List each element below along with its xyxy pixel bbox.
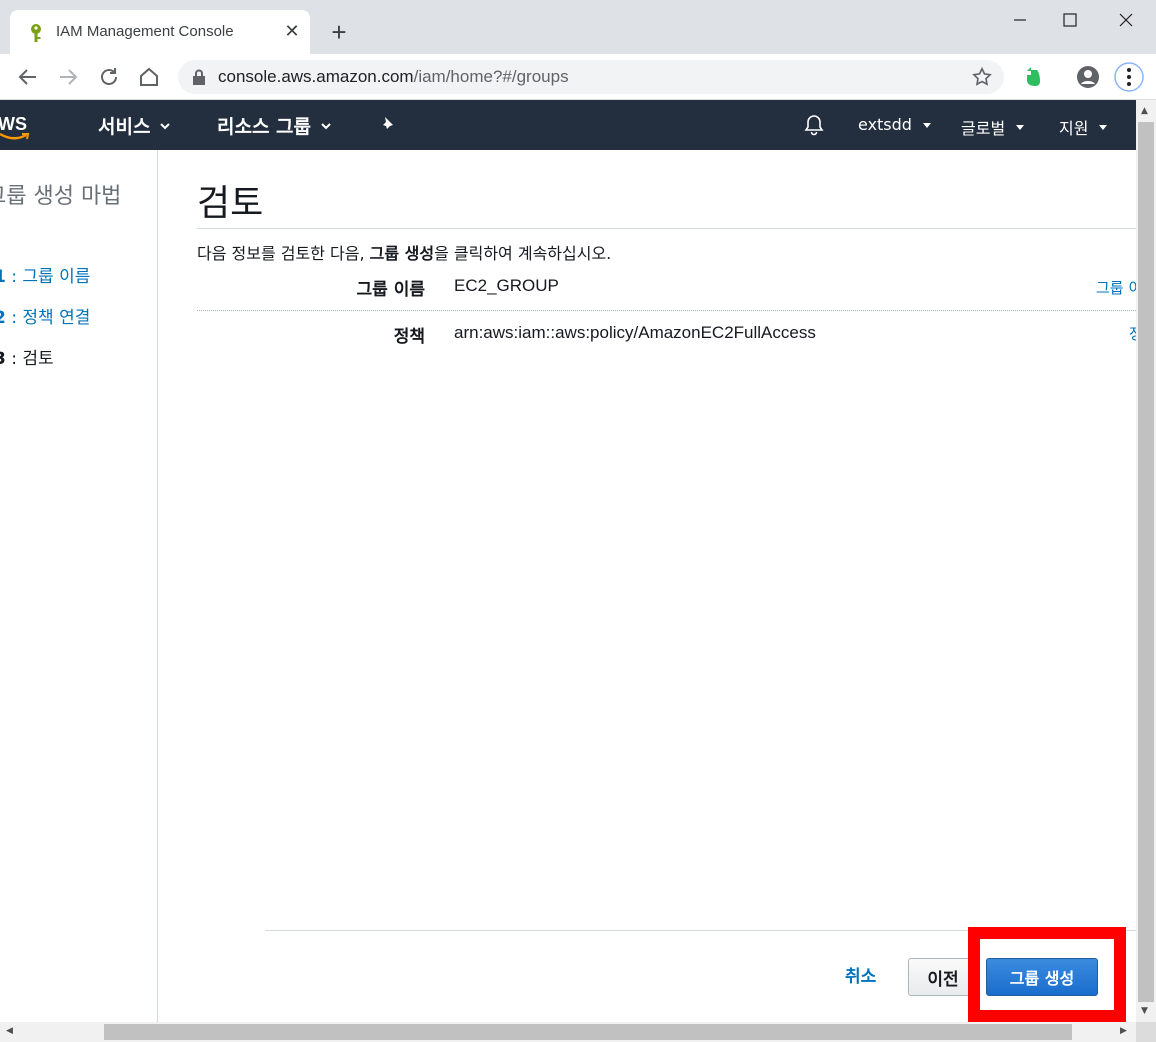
reload-icon[interactable] — [97, 65, 121, 89]
vertical-scrollbar[interactable]: ▲ ▼ — [1136, 100, 1156, 1022]
horizontal-scrollbar[interactable]: ◀ ▶ — [0, 1022, 1136, 1042]
scroll-right-icon[interactable]: ▶ — [1120, 1026, 1127, 1036]
window-minimize-button[interactable] — [1000, 6, 1040, 34]
bookmark-star-icon[interactable] — [971, 66, 993, 88]
row-divider — [197, 310, 1136, 311]
scroll-down-icon[interactable]: ▼ — [1141, 1006, 1151, 1016]
evernote-extension-icon[interactable] — [1021, 65, 1045, 89]
policy-label: 정책 — [393, 327, 425, 347]
resource-groups-menu[interactable]: 리소스 그룹 — [217, 112, 331, 139]
window-close-button[interactable] — [1106, 6, 1146, 34]
main-content: 검토 다음 정보를 검토한 다음, 그룹 생성을 클릭하여 계속하십시오. 그룹… — [159, 150, 1143, 1022]
forward-arrow-icon[interactable] — [56, 65, 80, 89]
account-menu[interactable]: extsdd — [858, 115, 932, 134]
notification-bell-icon[interactable] — [803, 114, 825, 136]
footer-divider — [265, 930, 1136, 931]
caret-down-icon — [922, 122, 931, 128]
divider — [197, 228, 1136, 229]
window-maximize-button[interactable] — [1050, 6, 1090, 34]
aws-logo[interactable]: WS — [0, 108, 34, 142]
previous-button[interactable]: 이전 — [908, 958, 978, 996]
browser-tab[interactable]: IAM Management Console ✕ — [10, 10, 310, 54]
address-bar[interactable]: console.aws.amazon.com/iam/home?#/groups — [178, 60, 1004, 94]
vertical-scroll-thumb[interactable] — [1138, 122, 1154, 1002]
chrome-menu-icon[interactable] — [1114, 62, 1144, 92]
aws-smile-icon — [0, 132, 30, 140]
horizontal-scroll-thumb[interactable] — [104, 1024, 1072, 1040]
services-menu[interactable]: 서비스 — [98, 112, 171, 139]
caret-down-icon — [1099, 125, 1108, 130]
tab-close-icon[interactable]: ✕ — [282, 22, 302, 42]
page-title: 검토 — [197, 183, 264, 224]
lock-icon — [193, 69, 205, 85]
home-icon[interactable] — [137, 65, 161, 89]
new-tab-button[interactable]: + — [326, 19, 352, 46]
url-text: console.aws.amazon.com/iam/home?#/groups — [218, 67, 569, 86]
wizard-title: 그룹 생성 마법 — [0, 184, 122, 209]
scroll-up-icon[interactable]: ▲ — [1141, 106, 1151, 116]
scroll-left-icon[interactable]: ◀ — [6, 1026, 13, 1036]
step-review-current: 3 : 검토 — [0, 349, 54, 369]
wizard-sidebar: 그룹 생성 마법 1 : 그룹 이름 2 : 정책 연결 3 : 검토 — [0, 150, 158, 1022]
browser-tab-strip: IAM Management Console ✕ + — [0, 0, 1156, 54]
iam-key-icon — [31, 24, 41, 42]
step-attach-policy-link[interactable]: 2 : 정책 연결 — [0, 303, 90, 328]
group-name-value: EC2_GROUP — [454, 276, 559, 295]
pin-icon[interactable] — [378, 115, 398, 135]
region-menu[interactable]: 글로벌 — [961, 115, 1025, 139]
cancel-button[interactable]: 취소 — [845, 962, 876, 987]
group-name-label: 그룹 이름 — [356, 280, 425, 300]
step-group-name-link[interactable]: 1 : 그룹 이름 — [0, 262, 90, 287]
profile-avatar-icon[interactable] — [1076, 65, 1100, 89]
tab-title: IAM Management Console — [56, 23, 234, 40]
back-arrow-icon[interactable] — [16, 65, 40, 89]
create-group-button[interactable]: 그룹 생성 — [986, 958, 1098, 996]
scrollbar-corner — [1136, 1022, 1156, 1042]
review-instructions: 다음 정보를 검토한 다음, 그룹 생성을 클릭하여 계속하십시오. — [197, 244, 612, 263]
chevron-down-icon — [321, 122, 331, 129]
policy-arn-value: arn:aws:iam::aws:policy/AmazonEC2FullAcc… — [454, 323, 816, 342]
aws-nav-bar: WS 서비스 리소스 그룹 extsdd 글로벌 지원 — [0, 100, 1136, 150]
support-menu[interactable]: 지원 — [1059, 115, 1108, 139]
browser-toolbar: console.aws.amazon.com/iam/home?#/groups — [0, 54, 1156, 100]
caret-down-icon — [1016, 125, 1025, 130]
chevron-down-icon — [160, 122, 171, 129]
